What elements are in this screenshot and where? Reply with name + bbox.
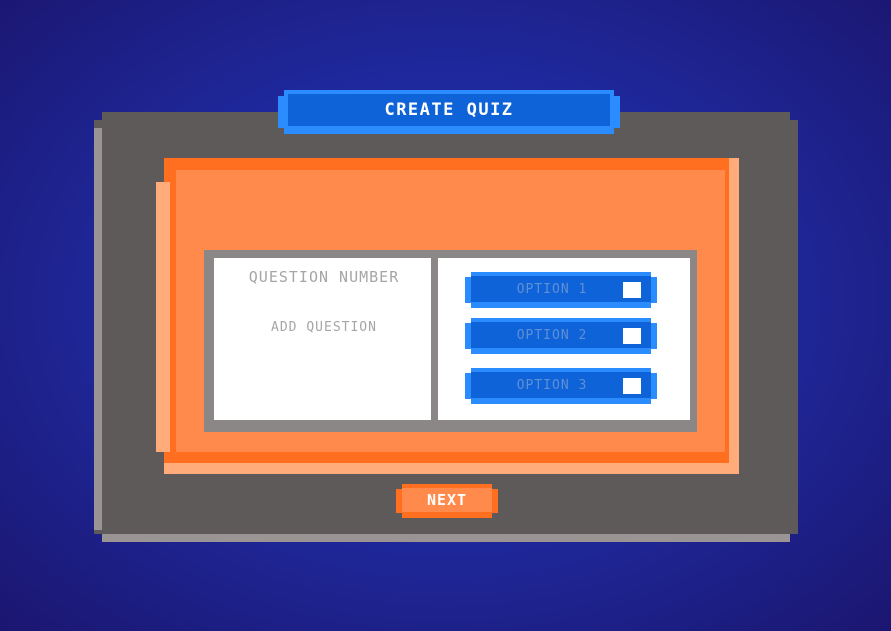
option-1-label: OPTION 1: [516, 282, 588, 297]
option-2-checkbox[interactable]: [623, 328, 641, 344]
question-number-field[interactable]: QUESTION NUMBER: [222, 268, 426, 286]
panel-side-strip: [156, 182, 170, 452]
option-1-body: OPTION 1: [471, 276, 651, 302]
next-button-label: NEXT: [402, 488, 492, 512]
frame-highlight-bottom: [102, 534, 790, 542]
option-3-label: OPTION 3: [516, 378, 588, 393]
add-question-field[interactable]: ADD QUESTION: [222, 320, 426, 335]
page-title: CREATE QUIZ: [288, 94, 610, 126]
option-2-button[interactable]: OPTION 2: [465, 318, 657, 354]
card-divider: [431, 258, 438, 420]
option-3-button[interactable]: OPTION 3: [465, 368, 657, 404]
option-3-checkbox[interactable]: [623, 378, 641, 394]
frame-highlight-left: [94, 128, 102, 530]
option-1-button[interactable]: OPTION 1: [465, 272, 657, 308]
option-3-body: OPTION 3: [471, 372, 651, 398]
next-button[interactable]: NEXT: [396, 484, 498, 518]
option-2-body: OPTION 2: [471, 322, 651, 348]
option-2-label: OPTION 2: [516, 328, 588, 343]
option-1-checkbox[interactable]: [623, 282, 641, 298]
